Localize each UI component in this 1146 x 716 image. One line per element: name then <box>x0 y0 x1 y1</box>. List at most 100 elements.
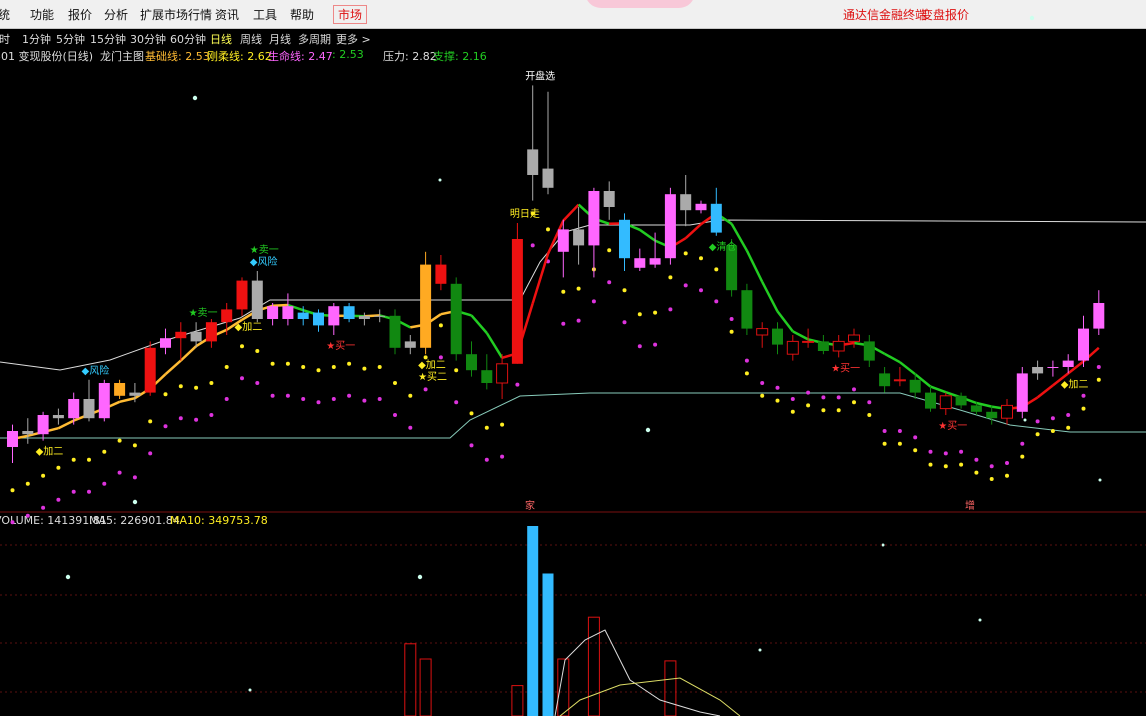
ma-line-segment <box>394 318 411 329</box>
magenta-dot <box>1005 461 1009 465</box>
period-1min[interactable]: 1分钟 <box>22 31 51 47</box>
menu-extended-market[interactable]: 扩展市场行情 <box>140 6 212 23</box>
candle-body <box>726 245 738 291</box>
period-daily[interactable]: 日线 <box>210 31 232 47</box>
signal-label: ★买二 <box>418 371 447 383</box>
yellow-dot <box>301 365 306 369</box>
ma-line-segment <box>119 396 136 404</box>
yellow-dot <box>1050 429 1055 433</box>
yellow-dot <box>148 419 153 424</box>
ma-line-segment <box>302 309 319 317</box>
yellow-dot <box>806 403 811 408</box>
yellow-dot <box>515 350 520 355</box>
candle-body <box>481 370 493 383</box>
candle-body <box>144 347 156 393</box>
star-dot <box>645 427 651 433</box>
period-intraday[interactable]: 分时 <box>0 31 10 47</box>
menu-help[interactable]: 帮助 <box>290 6 314 23</box>
candle-body <box>435 264 447 284</box>
ma-line-segment <box>287 303 304 312</box>
ma-line-segment <box>1006 405 1023 411</box>
menu-analysis[interactable]: 分析 <box>104 6 128 23</box>
yellow-dot <box>928 462 933 467</box>
ma-line-segment <box>776 310 794 333</box>
menu-quote[interactable]: 报价 <box>68 6 92 23</box>
magenta-dot <box>1035 419 1040 424</box>
period-monthly[interactable]: 月线 <box>269 31 291 47</box>
ma-line-segment <box>88 407 105 416</box>
yellow-dot <box>607 248 612 253</box>
candle-body <box>466 354 477 371</box>
period-multi[interactable]: 多周期 <box>298 31 331 47</box>
yellow-dot <box>943 464 948 469</box>
magenta-dot <box>530 243 535 248</box>
candle-body <box>1032 367 1044 374</box>
volume-bar <box>419 658 432 716</box>
candle-body <box>542 168 554 188</box>
candle-body <box>83 399 95 419</box>
candle-body <box>817 341 829 351</box>
ma-line-segment <box>501 352 518 360</box>
magenta-dot <box>546 259 550 264</box>
candle-body <box>802 340 815 343</box>
period-5min[interactable]: 5分钟 <box>56 31 85 47</box>
link-quote[interactable]: 变盘报价 <box>921 6 969 23</box>
candle-body <box>98 383 110 419</box>
period-60min[interactable]: 60分钟 <box>170 31 206 47</box>
magenta-dot <box>836 395 841 400</box>
signal-label: ◆加二 <box>1061 378 1089 390</box>
period-more[interactable]: 更多 > <box>336 31 371 47</box>
link-terminal[interactable]: 通达信金融终端 <box>843 6 927 23</box>
period-30min[interactable]: 30分钟 <box>130 31 166 47</box>
candle-body <box>450 283 462 355</box>
ma-line-segment <box>991 405 1008 411</box>
magenta-dot <box>607 280 612 285</box>
magenta-dot <box>897 429 902 433</box>
signal-label: ◆加二 <box>418 359 446 371</box>
ma-line-segment <box>700 212 718 226</box>
signal-label: ◆风险 <box>82 364 110 377</box>
ma-line-segment <box>164 359 182 376</box>
candle-body <box>1078 328 1089 361</box>
stock-name: 301 变现股份(日线) <box>0 50 94 63</box>
menu-tools[interactable]: 工具 <box>253 6 277 23</box>
magenta-dot <box>668 307 673 312</box>
magenta-dot <box>821 395 826 400</box>
ma-line-segment <box>853 341 870 347</box>
candle-body <box>955 395 967 406</box>
magenta-dot <box>377 397 382 401</box>
ma-line-segment <box>455 309 472 317</box>
magenta-dot <box>1096 365 1101 369</box>
magenta-dot <box>408 425 413 430</box>
magenta-dot <box>148 451 153 456</box>
ma5-value: MA5: 226901.84 <box>89 514 180 527</box>
candle-body <box>664 194 676 259</box>
menu-function[interactable]: 功能 <box>30 6 54 23</box>
ma-line-segment <box>424 313 442 326</box>
magenta-dot <box>331 397 336 401</box>
candle-body <box>68 399 80 419</box>
support-line <box>0 392 1146 439</box>
magenta-dot <box>469 443 474 448</box>
magenta-dot <box>301 397 306 401</box>
candle-body <box>404 341 416 348</box>
yellow-dot <box>561 289 566 294</box>
menu-system[interactable]: 系统 <box>0 6 10 23</box>
magenta-dot <box>622 320 627 325</box>
kline-chart[interactable]: ◆风险★卖一◆风险★卖一◆加二◆加二★买一◆加二★买二开盘选明日走◆清仓★买一★… <box>0 0 1146 716</box>
magenta-dot <box>423 387 428 392</box>
candle-body <box>680 194 692 211</box>
period-15min[interactable]: 15分钟 <box>90 31 126 47</box>
yellow-dot <box>87 457 91 462</box>
candle-body <box>7 431 18 447</box>
candle-body <box>710 203 722 233</box>
indicator-title: 龙门主图 <box>100 50 144 63</box>
menu-market[interactable]: 市场 <box>333 5 368 24</box>
star-dot <box>881 543 885 547</box>
period-weekly[interactable]: 周线 <box>240 31 262 47</box>
signal-label: ★买一 <box>938 420 967 432</box>
ma-line-segment <box>272 303 288 308</box>
magenta-dot <box>117 470 122 475</box>
menu-info[interactable]: 资讯 <box>215 6 239 23</box>
candle-body <box>893 379 906 382</box>
